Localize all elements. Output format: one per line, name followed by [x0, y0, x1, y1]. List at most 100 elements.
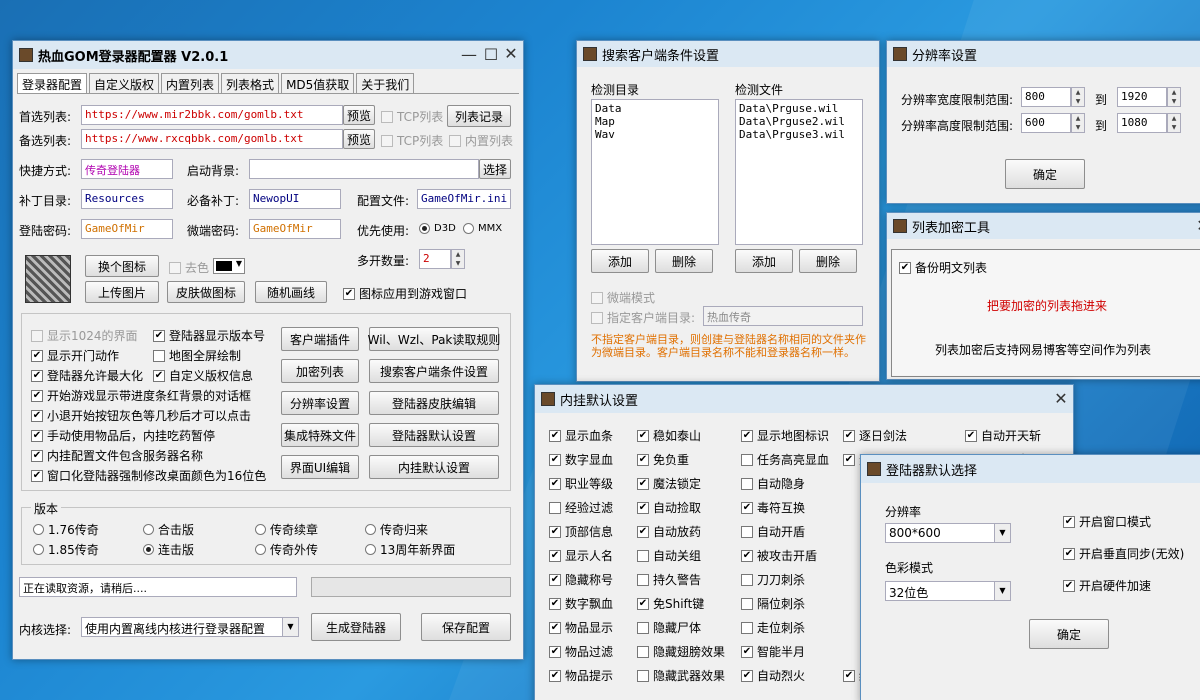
version-radio[interactable]: 1.85传奇: [33, 541, 99, 558]
option-checkbox[interactable]: ✔ 登陆器显示版本号: [153, 327, 265, 344]
vsync-checkbox[interactable]: ✔ 开启垂直同步(无效): [1063, 545, 1184, 562]
encrypt-titlebar[interactable]: 列表加密工具: [887, 213, 1200, 239]
width-from-input[interactable]: 800: [1021, 87, 1071, 107]
save-config-button[interactable]: 保存配置: [421, 613, 511, 641]
list-item[interactable]: Data\Prguse2.wil: [739, 115, 859, 128]
plugin-checkbox[interactable]: ✔ 隐藏称号: [549, 571, 613, 588]
version-radio[interactable]: 传奇续章: [255, 521, 318, 538]
plugin-checkbox[interactable]: ✔ 物品提示: [549, 667, 613, 684]
tcp-list-checkbox[interactable]: TCP列表: [381, 108, 443, 125]
main-titlebar[interactable]: 热血GOM登录器配置器 V2.0.1: [13, 41, 523, 69]
startup-bg-input[interactable]: [249, 159, 479, 179]
close-icon[interactable]: ✕: [1191, 216, 1200, 235]
d3d-radio[interactable]: D3D: [419, 223, 456, 234]
micro-pwd-input[interactable]: GameOfMir: [249, 219, 341, 239]
minimize-icon[interactable]: —: [457, 45, 481, 64]
tab-custom-copyright[interactable]: 自定义版权: [89, 73, 160, 93]
add-file-button[interactable]: 添加: [735, 249, 793, 273]
list-item[interactable]: Data\Prguse.wil: [739, 102, 859, 115]
search-titlebar[interactable]: 搜索客户端条件设置: [577, 41, 879, 67]
tcp-list-checkbox-2[interactable]: TCP列表: [381, 132, 443, 149]
hw-accel-checkbox[interactable]: ✔ 开启硬件加速: [1063, 577, 1151, 594]
plugin-checkbox[interactable]: 自动关组: [637, 547, 701, 564]
window-mode-checkbox[interactable]: ✔ 开启窗口模式: [1063, 513, 1151, 530]
specify-dir-checkbox[interactable]: 指定客户端目录:: [591, 309, 695, 326]
action-button[interactable]: 客户端插件: [281, 327, 359, 351]
tab-login-config[interactable]: 登录器配置: [17, 73, 88, 93]
mmx-radio[interactable]: MMX: [463, 223, 502, 234]
detect-file-list[interactable]: Data\Prguse.wil Data\Prguse2.wil Data\Prgu…: [735, 99, 863, 245]
launcher-resolution-select[interactable]: 800*600 ▼: [885, 523, 1011, 543]
random-paint-button[interactable]: 随机画线: [255, 281, 327, 303]
launcher-ok-button[interactable]: 确定: [1029, 619, 1109, 649]
launcher-color-select[interactable]: 32位色 ▼: [885, 581, 1011, 601]
version-radio[interactable]: 传奇外传: [255, 541, 318, 558]
action-button[interactable]: 集成特殊文件: [281, 423, 359, 447]
action-button[interactable]: 登陆器默认设置: [369, 423, 499, 447]
action-button[interactable]: 加密列表: [281, 359, 359, 383]
upload-image-button[interactable]: 上传图片: [85, 281, 159, 303]
specify-dir-input[interactable]: 热血传奇: [703, 306, 863, 326]
plugin-checkbox[interactable]: ✔ 物品过滤: [549, 643, 613, 660]
change-icon-button[interactable]: 换个图标: [85, 255, 159, 277]
plugin-checkbox[interactable]: ✔ 毒符互换: [741, 499, 805, 516]
plugin-checkbox[interactable]: ✔ 显示地图标识: [741, 427, 829, 444]
action-button[interactable]: 搜索客户端条件设置: [369, 359, 499, 383]
primary-preview-button[interactable]: 预览: [343, 105, 375, 125]
plugin-checkbox[interactable]: 持久警告: [637, 571, 701, 588]
option-checkbox[interactable]: 地图全屏绘制: [153, 347, 241, 364]
action-button[interactable]: 内挂默认设置: [369, 455, 499, 479]
width-to-stepper[interactable]: ▲ ▼: [1167, 87, 1181, 107]
option-checkbox[interactable]: ✔ 窗口化登陆器强制修改桌面颜色为16位色: [31, 467, 266, 484]
plugin-checkbox[interactable]: ✔ 逐日剑法: [843, 427, 907, 444]
detect-dir-list[interactable]: Data Map Wav: [591, 99, 719, 245]
close-icon[interactable]: ✕: [1049, 389, 1073, 408]
plugin-checkbox[interactable]: ✔ 职业等级: [549, 475, 613, 492]
plugin-checkbox[interactable]: ✔ 被攻击开盾: [741, 547, 817, 564]
width-to-input[interactable]: 1920: [1117, 87, 1167, 107]
plugin-checkbox[interactable]: 隐藏翅膀效果: [637, 643, 725, 660]
plugin-checkbox[interactable]: ✔ 免负重: [637, 451, 689, 468]
plugin-checkbox[interactable]: ✔ 自动开天斩: [965, 427, 1041, 444]
plugin-checkbox[interactable]: ✔ 显示血条: [549, 427, 613, 444]
plugin-checkbox[interactable]: ✔ 自动烈火: [741, 667, 805, 684]
plugin-checkbox[interactable]: ✔ 智能半月: [741, 643, 805, 660]
tab-builtin-list[interactable]: 内置列表: [161, 73, 220, 93]
icon-apply-checkbox[interactable]: ✔ 图标应用到游戏窗口: [343, 285, 467, 302]
list-item[interactable]: Data\Prguse3.wil: [739, 128, 859, 141]
plugin-checkbox[interactable]: 任务高亮显血: [741, 451, 829, 468]
action-button[interactable]: 界面UI编辑: [281, 455, 359, 479]
backup-preview-button[interactable]: 预览: [343, 129, 375, 149]
tab-list-format[interactable]: 列表格式: [221, 73, 280, 93]
action-button[interactable]: Wil、Wzl、Pak读取规则: [368, 327, 500, 351]
plugin-checkbox[interactable]: 经验过滤: [549, 499, 613, 516]
option-checkbox[interactable]: ✔ 显示开门动作: [31, 347, 119, 364]
backup-list-input[interactable]: https://www.rxcqbbk.com/gomlb.txt: [81, 129, 343, 149]
patch-dir-input[interactable]: Resources: [81, 189, 173, 209]
shortcut-input[interactable]: 传奇登陆器: [81, 159, 173, 179]
builtin-list-checkbox[interactable]: 内置列表: [449, 132, 513, 149]
plugin-checkbox[interactable]: 刀刀刺杀: [741, 571, 805, 588]
delete-file-button[interactable]: 删除: [799, 249, 857, 273]
kernel-select[interactable]: 使用内置离线内核进行登录器配置 ▼: [81, 617, 299, 637]
tab-md5[interactable]: MD5值获取: [281, 73, 355, 93]
multi-open-input[interactable]: 2: [419, 249, 451, 269]
option-checkbox[interactable]: ✔ 小退开始按钮灰色等几秒后才可以点击: [31, 407, 251, 424]
height-from-stepper[interactable]: ▲ ▼: [1071, 113, 1085, 133]
login-pwd-input[interactable]: GameOfMir: [81, 219, 173, 239]
plugin-checkbox[interactable]: ✔ 顶部信息: [549, 523, 613, 540]
height-to-input[interactable]: 1080: [1117, 113, 1167, 133]
option-checkbox[interactable]: ✔ 开始游戏显示带进度条红背景的对话框: [31, 387, 251, 404]
micro-mode-checkbox[interactable]: 微端模式: [591, 289, 655, 306]
option-checkbox[interactable]: ✔ 手动使用物品后，内挂吃药暂停: [31, 427, 215, 444]
choose-bg-button[interactable]: 选择: [479, 159, 511, 179]
plugin-checkbox[interactable]: ✔ 数字显血: [549, 451, 613, 468]
remove-color-checkbox[interactable]: 去色: [169, 259, 209, 276]
plugin-checkbox[interactable]: 走位刺杀: [741, 619, 805, 636]
action-button[interactable]: 登陆器皮肤编辑: [369, 391, 499, 415]
config-file-input[interactable]: GameOfMir.ini: [417, 189, 511, 209]
generate-launcher-button[interactable]: 生成登陆器: [311, 613, 401, 641]
plugin-checkbox[interactable]: 自动隐身: [741, 475, 805, 492]
plugin-checkbox[interactable]: ✔ 自动捡取: [637, 499, 701, 516]
plugin-checkbox[interactable]: ✔ 显示人名: [549, 547, 613, 564]
